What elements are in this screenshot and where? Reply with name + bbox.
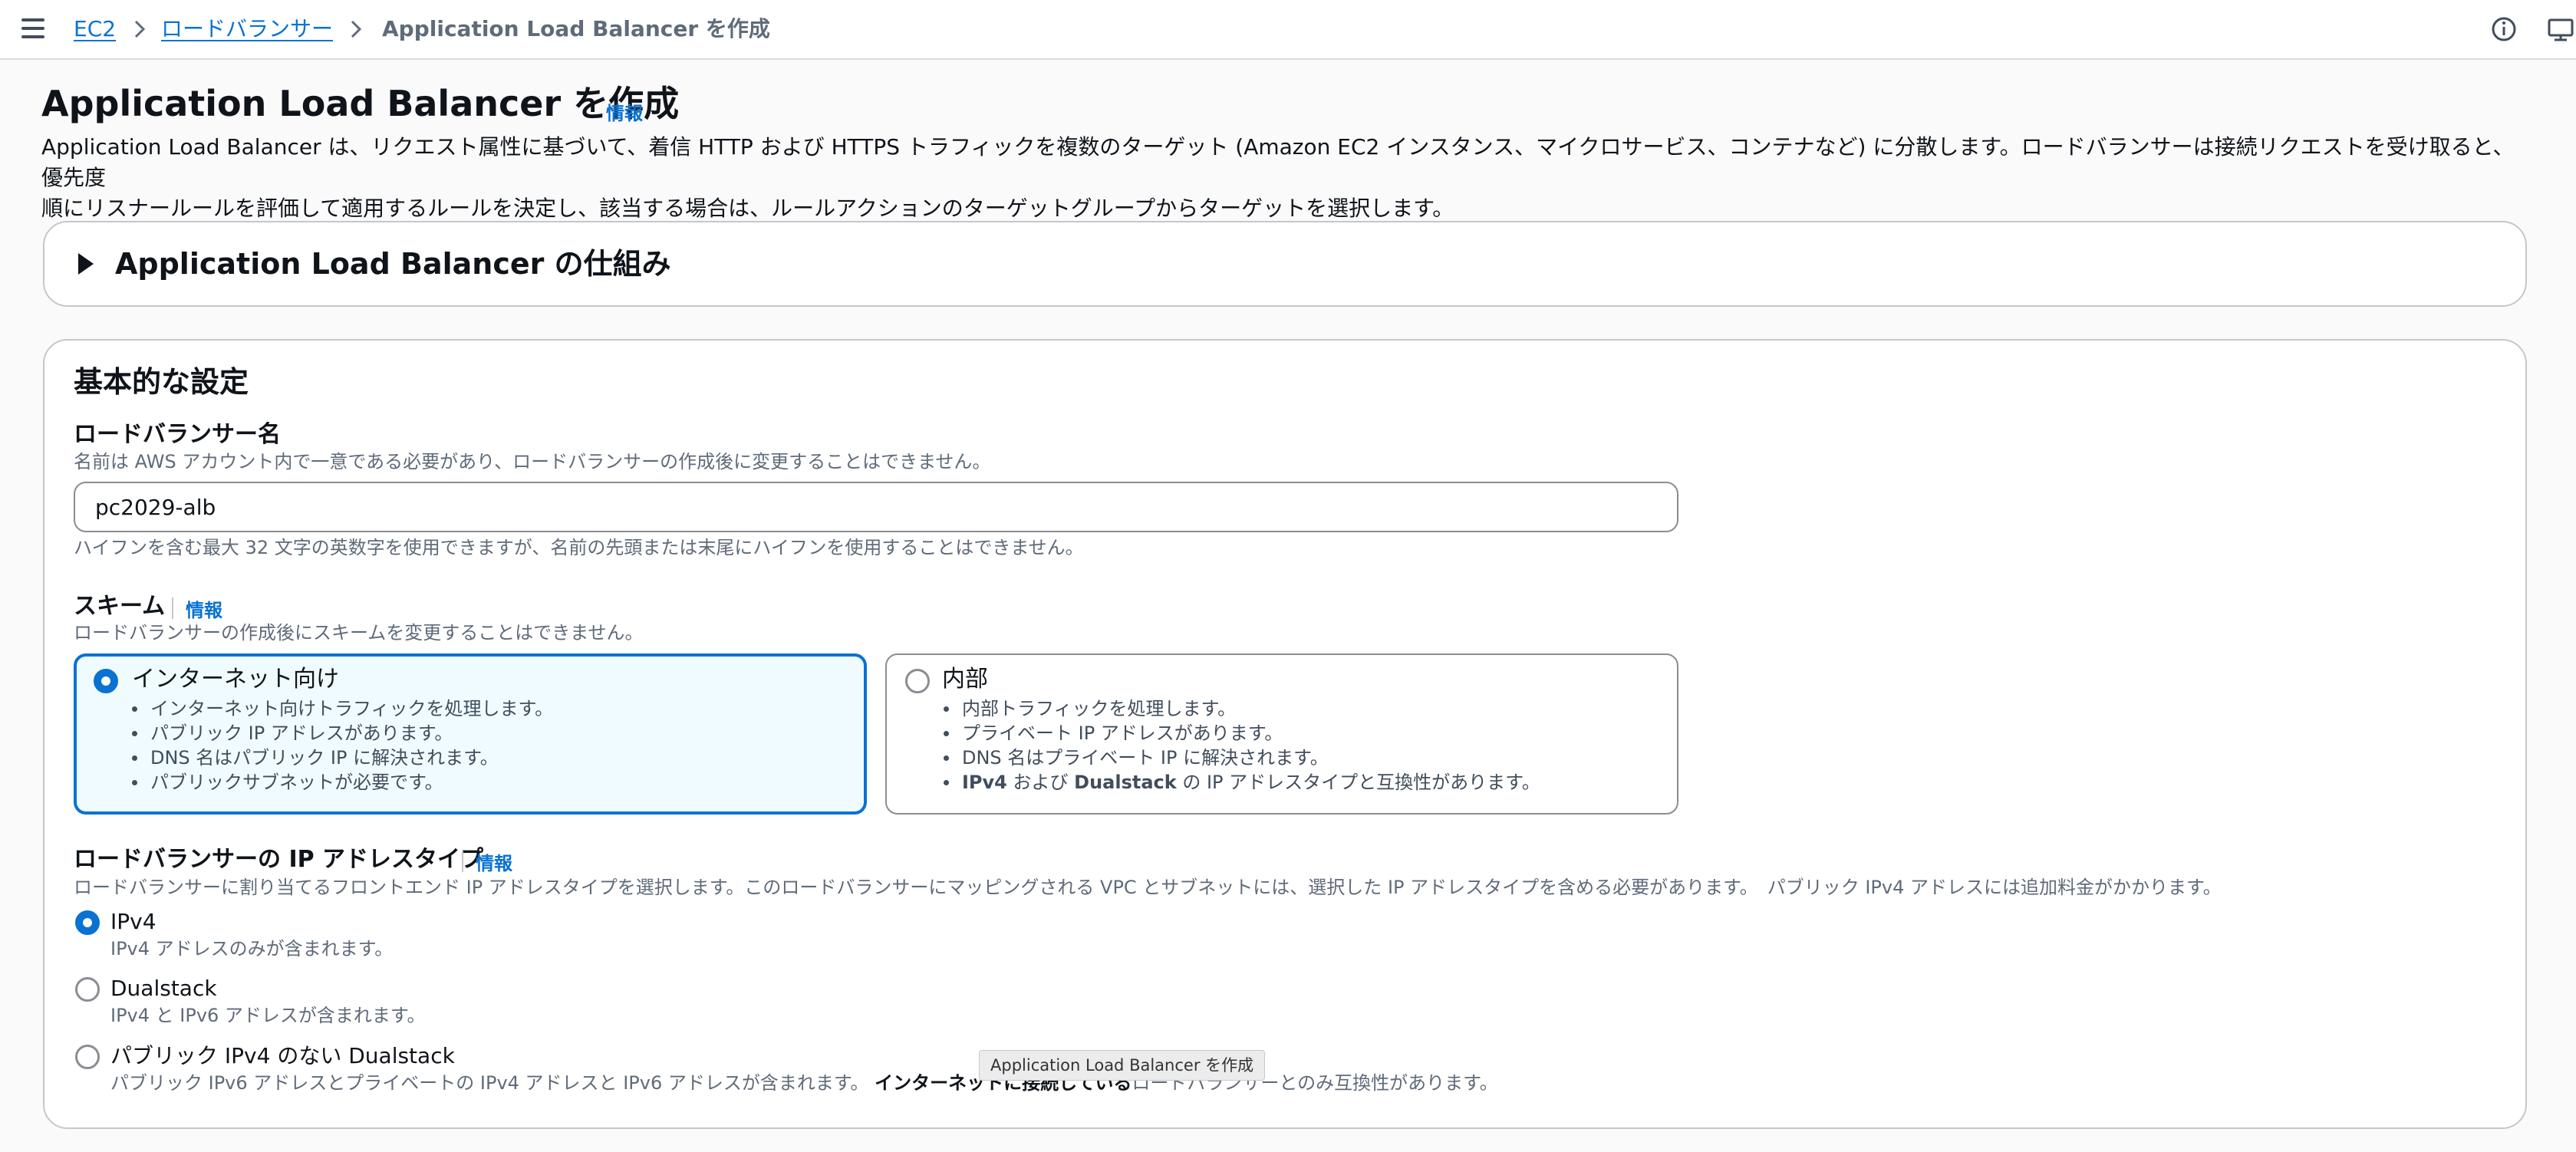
bullet-item: パブリック IP アドレスがあります。 [126,721,553,746]
breadcrumb-load-balancers[interactable]: ロードバランサー [161,14,333,44]
ip-type-ipv4-description: IPv4 アドレスのみが含まれます。 [110,938,394,959]
scheme-radio-internal[interactable] [905,669,930,693]
chevron-right-icon [351,20,362,38]
ip-type-radio-ipv4[interactable] [75,910,100,935]
lb-name-input[interactable] [74,482,1678,532]
scheme-internal-bullets: 内部トラフィックを処理します。 プライベート IP アドレスがあります。 DNS… [937,696,1540,795]
ip-type-label: ロードバランサーの IP アドレスタイプ [74,846,484,873]
caret-right-icon [78,253,94,275]
scheme-internet-facing-bullets: インターネット向けトラフィックを処理します。 パブリック IP アドレスがありま… [126,696,553,795]
scheme-internal-title: 内部 [942,666,988,693]
screen-feedback-icon[interactable] [2545,14,2576,44]
expander-title: Application Load Balancer の仕組み [115,247,671,281]
ip-type-description: ロードバランサーに割り当てるフロントエンド IP アドレスタイプを選択します。こ… [74,877,2222,898]
info-circle-icon[interactable] [2489,14,2519,44]
plain-text: パブリック IPv6 アドレスとプライベートの IPv4 アドレスと IPv6 … [110,1072,875,1094]
plain-text: および [1006,772,1075,793]
bold-text: Dualstack [1074,772,1177,793]
scheme-tile-internet-facing[interactable]: インターネット向け インターネット向けトラフィックを処理します。 パブリック I… [74,653,867,815]
basic-configuration-title: 基本的な設定 [74,365,249,399]
page-description: Application Load Balancer は、リクエスト属性に基づいて… [41,132,2535,224]
breadcrumb-ec2[interactable]: EC2 [74,14,116,44]
ip-type-dualstack-description: IPv4 と IPv6 アドレスが含まれます。 [110,1005,426,1026]
ip-type-radio-dualstack-no-public-ipv4[interactable] [75,1045,100,1069]
how-alb-works-expander[interactable]: Application Load Balancer の仕組み [43,221,2527,307]
scheme-internet-facing-title: インターネット向け [132,666,339,693]
chevron-right-icon [134,20,146,38]
plain-text: の IP アドレスタイプと互換性があります。 [1176,772,1540,793]
bullet-item: IPv4 および Dualstack の IP アドレスタイプと互換性があります… [937,770,1540,795]
scheme-label: スキーム [74,593,166,620]
lb-name-label: ロードバランサー名 [74,421,281,448]
breadcrumb-current-page: Application Load Balancer を作成 [382,16,770,41]
bold-text: IPv4 [962,772,1007,793]
hamburger-menu-icon[interactable] [21,18,44,38]
ip-type-dualstack-label[interactable]: Dualstack [110,974,217,1003]
page-title: Application Load Balancer を作成 [41,83,680,124]
bullet-item: インターネット向けトラフィックを処理します。 [126,696,553,721]
ip-type-dualstack-no-public-ipv4-description: パブリック IPv6 アドレスとプライベートの IPv4 アドレスと IPv6 … [110,1071,1498,1095]
bullet-item: プライベート IP アドレスがあります。 [937,721,1540,746]
scheme-radio-internet-facing[interactable] [94,669,118,693]
bullet-item: パブリックサブネットが必要です。 [126,770,553,795]
ip-type-dualstack-no-public-ipv4-label[interactable]: パブリック IPv4 のない Dualstack [110,1042,455,1071]
lb-name-constraint: ハイフンを含む最大 32 文字の英数字を使用できますが、名前の先頭または末尾にハ… [74,537,1084,558]
ip-type-ipv4-label[interactable]: IPv4 [110,907,156,936]
scheme-tile-internal[interactable]: 内部 内部トラフィックを処理します。 プライベート IP アドレスがあります。 … [885,653,1678,815]
ip-type-info-link[interactable]: 情報 [476,848,512,875]
label-divider [462,851,463,872]
scheme-description: ロードバランサーの作成後にスキームを変更することはできません。 [74,622,644,643]
hover-tooltip: Application Load Balancer を作成 [979,1050,1266,1081]
bullet-item: 内部トラフィックを処理します。 [937,696,1540,721]
bullet-item: DNS 名はパブリック IP に解決されます。 [126,746,553,770]
scheme-info-link[interactable]: 情報 [186,595,222,622]
page-description-line-2: 順にリスナールールを評価して適用するルールを決定し、該当する場合は、ルールアクシ… [41,196,1454,221]
top-navigation-bar: EC2 ロードバランサー Application Load Balancer を… [0,0,2576,60]
title-info-link[interactable]: 情報 [606,98,643,125]
ip-type-radio-dualstack[interactable] [75,977,100,1002]
lb-name-description: 名前は AWS アカウント内で一意である必要があり、ロードバランサーの作成後に変… [74,451,991,472]
bullet-item: DNS 名はプライベート IP に解決されます。 [937,746,1540,770]
page-description-line-1: Application Load Balancer は、リクエスト属性に基づいて… [41,134,2515,190]
label-divider [172,597,173,619]
